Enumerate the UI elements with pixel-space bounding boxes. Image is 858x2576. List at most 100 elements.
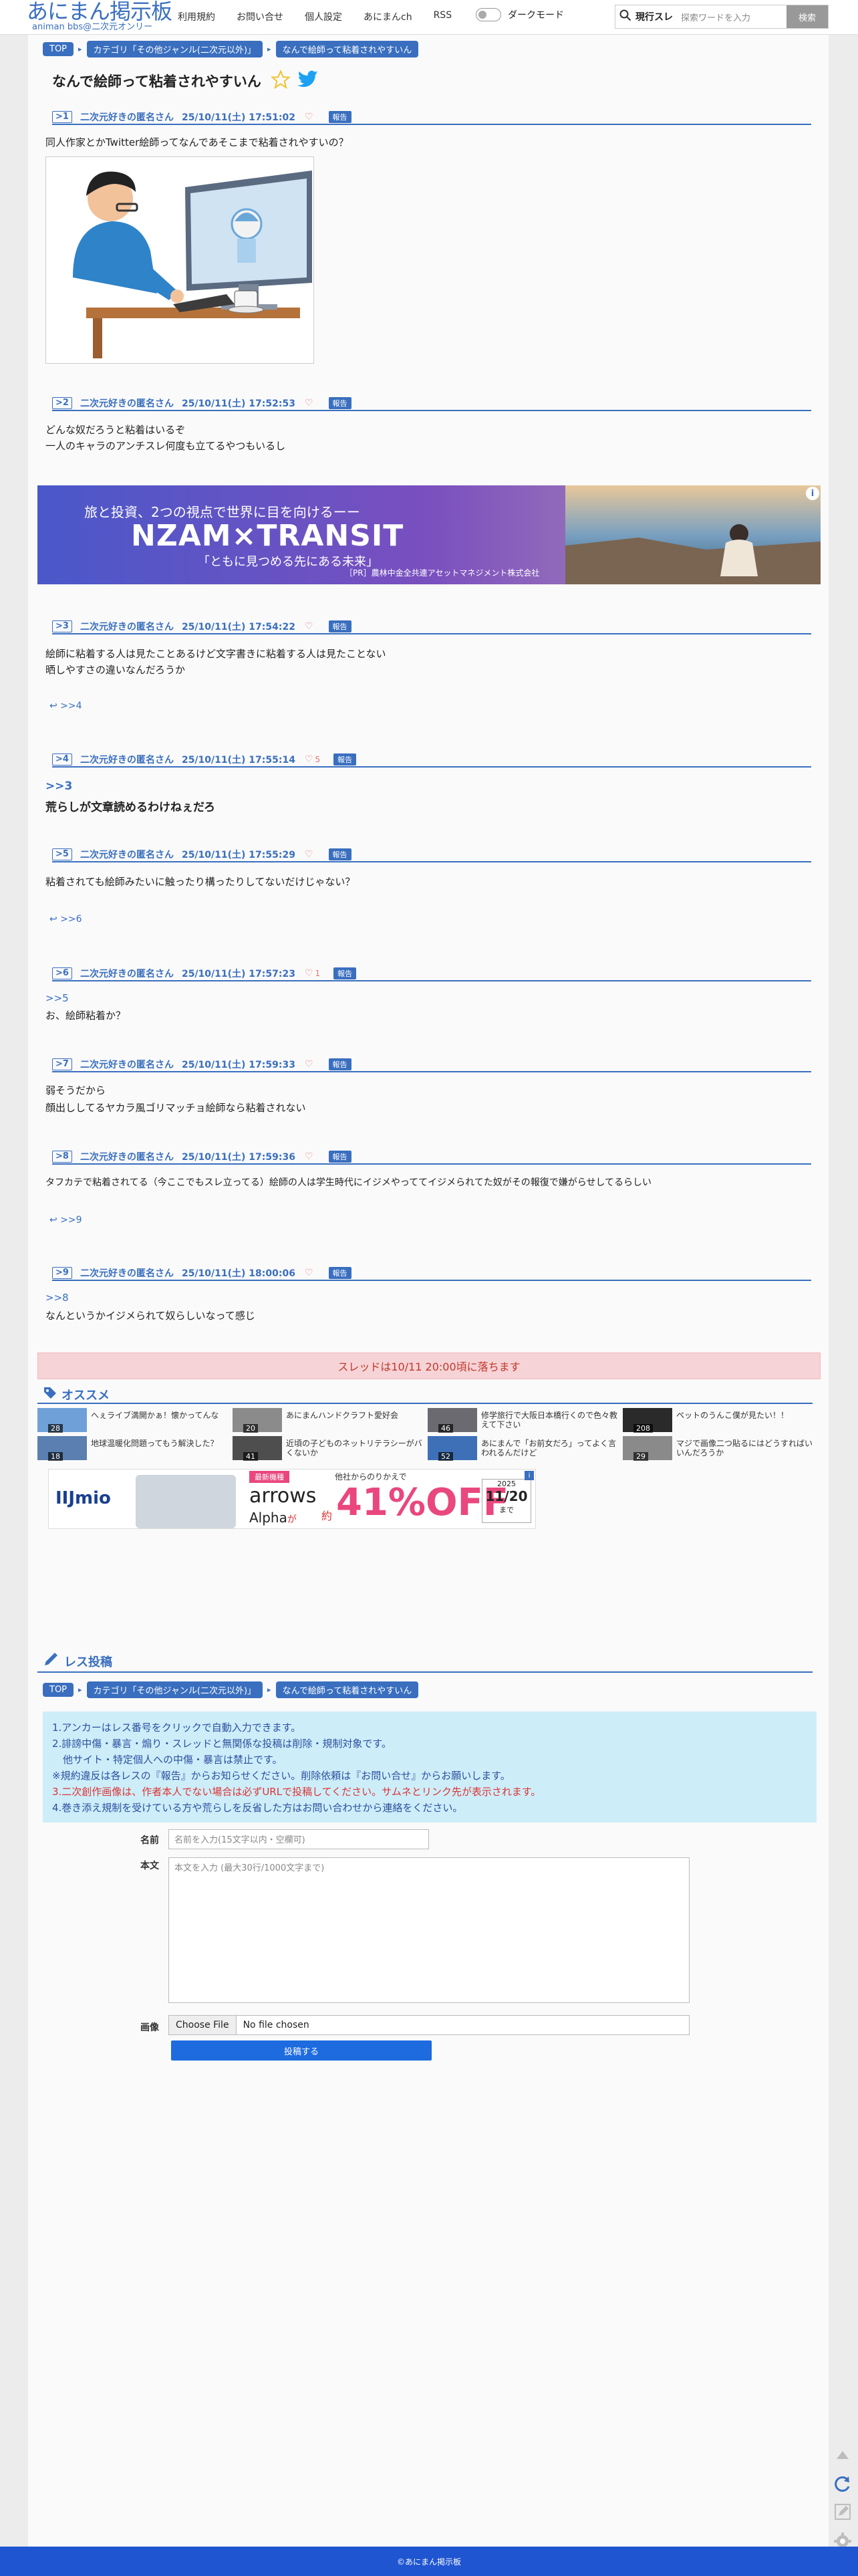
favorite-star-icon[interactable] bbox=[270, 69, 291, 92]
ad-info-icon[interactable]: i bbox=[525, 1471, 534, 1480]
ad-info-icon[interactable]: i bbox=[806, 487, 819, 500]
ad-tag: 最新機種 bbox=[249, 1471, 289, 1483]
report-button[interactable]: 報告 bbox=[333, 967, 357, 979]
report-button[interactable]: 報告 bbox=[328, 620, 351, 632]
like-heart-icon[interactable]: ♡ 5 bbox=[305, 754, 320, 765]
breadcrumb-thread[interactable]: なんで絵師って粘着されやすいん bbox=[275, 1681, 419, 1698]
post-anchor-link[interactable]: >>8 bbox=[45, 1292, 69, 1304]
like-heart-icon[interactable]: ♡ bbox=[305, 112, 315, 122]
post-header: >6 二次元好きの匿名さん 25/10/11(土) 17:57:23 ♡ 1 報告 bbox=[52, 967, 811, 981]
report-button[interactable]: 報告 bbox=[328, 848, 351, 860]
post-number-value: 5 bbox=[62, 849, 69, 859]
post-date: 25/10/11(土) 17:59:33 bbox=[181, 1060, 295, 1070]
like-heart-icon[interactable]: ♡ bbox=[305, 1151, 315, 1162]
twitter-share-icon[interactable] bbox=[297, 70, 319, 92]
breadcrumb-separator-icon: ▸ bbox=[78, 45, 82, 53]
ad-banner-arrows[interactable]: IIJmio 最新機種 arrows Alphaが 他社からのりかえで 約 41… bbox=[48, 1469, 536, 1529]
reply-link[interactable]: ↩︎ >>4 bbox=[49, 701, 82, 711]
recommend-count: 52 bbox=[438, 1452, 453, 1461]
post-number-prefix: > bbox=[55, 1151, 63, 1161]
recommend-count: 29 bbox=[633, 1452, 648, 1461]
post-body-line: 一人のキャラのアンチスレ何度も立てるやつもいるし bbox=[45, 440, 286, 452]
post-image-thumbnail[interactable] bbox=[45, 156, 314, 364]
search-scope-select[interactable]: 現行スレ bbox=[635, 10, 673, 23]
like-heart-icon[interactable]: ♡ bbox=[305, 1059, 315, 1070]
post-number[interactable]: >5 bbox=[52, 848, 72, 860]
name-input[interactable]: 名前を入力(15文字以内・空欄可) bbox=[168, 1829, 429, 1849]
like-heart-icon[interactable]: ♡ 1 bbox=[305, 968, 320, 979]
recommend-heading-text: オススメ bbox=[61, 1388, 110, 1403]
nav-contact-link[interactable]: お問い合せ bbox=[237, 10, 283, 23]
post-body-line: 晒しやすさの違いなんだろうか bbox=[45, 664, 185, 676]
post-number[interactable]: >8 bbox=[52, 1151, 72, 1163]
recommend-item[interactable]: 29 マジで画像二つ貼るにはどうすればいいんだろうか bbox=[623, 1436, 817, 1494]
post-anchor-link[interactable]: >>3 bbox=[45, 780, 72, 793]
report-button[interactable]: 報告 bbox=[333, 753, 357, 766]
post-number[interactable]: >3 bbox=[52, 620, 72, 632]
like-heart-icon[interactable]: ♡ bbox=[305, 849, 315, 860]
post-number-prefix: > bbox=[55, 112, 63, 122]
nav-animanch-link[interactable]: あにまんch bbox=[364, 10, 412, 23]
post-date: 25/10/11(土) 18:00:06 bbox=[181, 1268, 295, 1279]
nav-rss-link[interactable]: RSS bbox=[434, 10, 452, 23]
breadcrumb-top[interactable]: TOP bbox=[43, 42, 74, 56]
nav-settings-link[interactable]: 個人設定 bbox=[305, 10, 342, 23]
post-number-value: 8 bbox=[62, 1151, 69, 1161]
choose-file-button[interactable]: Choose File bbox=[169, 2016, 237, 2034]
site-logo[interactable]: あにまん掲示板 animan bbs@二次元オンリー bbox=[27, 0, 172, 32]
toggle-switch[interactable] bbox=[476, 8, 501, 21]
post-number[interactable]: >4 bbox=[52, 753, 72, 766]
post-anchor-link[interactable]: >>5 bbox=[45, 992, 69, 1004]
recommend-title: あにまんハンドクラフト愛好会 bbox=[286, 1411, 399, 1420]
reload-icon[interactable] bbox=[833, 2474, 854, 2496]
post-number[interactable]: >9 bbox=[52, 1267, 72, 1279]
like-heart-icon[interactable]: ♡ bbox=[305, 1268, 315, 1278]
breadcrumb-category[interactable]: カテゴリ「その他ジャンル(二次元以外)」 bbox=[86, 41, 263, 57]
post-author: 二次元好きの匿名さん bbox=[80, 398, 174, 409]
breadcrumb-top[interactable]: TOP bbox=[43, 1683, 74, 1697]
search-button[interactable]: 検索 bbox=[786, 5, 828, 28]
image-file-input[interactable]: Choose File No file chosen bbox=[168, 2015, 690, 2035]
section-rule bbox=[37, 1671, 813, 1673]
submit-post-button[interactable]: 投稿する bbox=[171, 2040, 432, 2061]
breadcrumb-separator-icon: ▸ bbox=[78, 1685, 82, 1694]
ad-banner-nzam[interactable]: 旅と投資、2つの視点で世界に目を向けるーー NZAM×TRANSIT 「ともに見… bbox=[37, 485, 821, 584]
dark-mode-toggle[interactable]: ダークモード bbox=[476, 8, 564, 21]
post-header: >9 二次元好きの匿名さん 25/10/11(土) 18:00:06 ♡ 報告 bbox=[52, 1266, 811, 1281]
edit-icon[interactable] bbox=[833, 2502, 854, 2525]
breadcrumb-category[interactable]: カテゴリ「その他ジャンル(二次元以外)」 bbox=[86, 1681, 263, 1698]
search-input[interactable]: 探索ワードを入力 bbox=[681, 11, 786, 23]
ad-approx: 約 bbox=[321, 1510, 333, 1522]
nav-terms-link[interactable]: 利用規約 bbox=[178, 10, 215, 23]
reply-link[interactable]: ↩︎ >>6 bbox=[49, 914, 82, 925]
post-number[interactable]: >1 bbox=[52, 111, 72, 123]
report-button[interactable]: 報告 bbox=[328, 1267, 351, 1279]
post-date: 25/10/11(土) 17:55:14 bbox=[181, 755, 295, 766]
body-textarea[interactable]: 本文を入力 (最大30行/1000文字まで) bbox=[168, 1857, 690, 2003]
report-button[interactable]: 報告 bbox=[328, 111, 351, 123]
scroll-top-icon[interactable] bbox=[833, 2447, 854, 2466]
reply-arrow-icon: ↩︎ bbox=[49, 701, 57, 711]
reply-link[interactable]: ↩︎ >>9 bbox=[49, 1215, 82, 1225]
reply-anchor: >>6 bbox=[60, 914, 82, 925]
report-button[interactable]: 報告 bbox=[328, 1151, 351, 1163]
post-number[interactable]: >2 bbox=[52, 397, 72, 409]
site-header: あにまん掲示板 animan bbs@二次元オンリー 利用規約 お問い合せ 個人… bbox=[0, 0, 858, 35]
post-header: >4 二次元好きの匿名さん 25/10/11(土) 17:55:14 ♡ 5 報告 bbox=[52, 753, 811, 768]
like-heart-icon[interactable]: ♡ bbox=[305, 398, 315, 408]
recommend-count: 20 bbox=[243, 1424, 258, 1433]
like-heart-icon[interactable]: ♡ bbox=[305, 621, 315, 632]
post-date: 25/10/11(土) 17:57:23 bbox=[181, 969, 295, 979]
post-number[interactable]: >7 bbox=[52, 1058, 72, 1070]
ad-ga-text: が bbox=[287, 1514, 297, 1525]
post-number-value: 6 bbox=[62, 968, 69, 978]
post-author: 二次元好きの匿名さん bbox=[80, 850, 174, 860]
notice-line: 1.アンカーはレス番号をクリックで自動入力できます。 bbox=[52, 1722, 301, 1734]
report-button[interactable]: 報告 bbox=[328, 397, 351, 409]
thread-title: なんで絵師って粘着されやすいん bbox=[52, 74, 261, 90]
report-button[interactable]: 報告 bbox=[328, 1058, 351, 1070]
breadcrumb-thread[interactable]: なんで絵師って粘着されやすいん bbox=[275, 41, 419, 57]
post-number[interactable]: >6 bbox=[52, 967, 72, 979]
image-label: 画像 bbox=[140, 2022, 159, 2033]
recommend-count: 46 bbox=[438, 1424, 453, 1433]
